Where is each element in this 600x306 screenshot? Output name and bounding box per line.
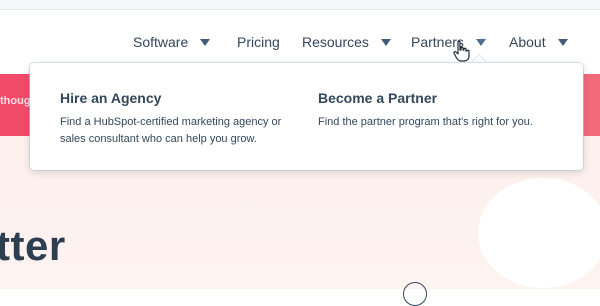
menu-item-become-partner[interactable]: Become a Partner Find the partner progra…	[318, 90, 558, 131]
menu-item-description: Find the partner program that's right fo…	[318, 116, 533, 128]
nav-item-label: Software	[133, 34, 189, 50]
dropdown-pointer	[471, 55, 487, 63]
hero-title: tter	[0, 222, 66, 269]
menu-item-description: Find a HubSpot-certified marketing agenc…	[60, 116, 282, 145]
nav-item-partners[interactable]: Partners	[411, 34, 486, 50]
hand-cursor-icon	[453, 40, 470, 62]
top-edge	[0, 0, 600, 10]
chevron-down-icon	[200, 38, 211, 46]
nav-item-resources[interactable]: Resources	[302, 34, 391, 50]
nav-item-label: Pricing	[237, 34, 280, 50]
chat-bubble-icon[interactable]	[403, 282, 427, 306]
menu-item-title: Hire an Agency	[60, 90, 162, 106]
chevron-down-icon	[380, 38, 391, 46]
menu-item-title: Become a Partner	[318, 90, 438, 106]
nav-item-label: About	[509, 34, 546, 50]
nav-item-software[interactable]: Software	[133, 34, 211, 50]
cloud-illustration-small	[520, 200, 600, 270]
menu-item-hire-agency[interactable]: Hire an Agency Find a HubSpot-certified …	[60, 90, 300, 148]
chevron-down-icon	[557, 38, 568, 46]
nav-item-about[interactable]: About	[509, 34, 568, 50]
nav-item-pricing[interactable]: Pricing	[237, 34, 280, 50]
partners-dropdown: Hire an Agency Find a HubSpot-certified …	[30, 63, 583, 170]
nav-item-label: Resources	[302, 34, 369, 50]
chevron-down-icon	[475, 38, 486, 46]
banner-text: thoug	[0, 95, 31, 107]
